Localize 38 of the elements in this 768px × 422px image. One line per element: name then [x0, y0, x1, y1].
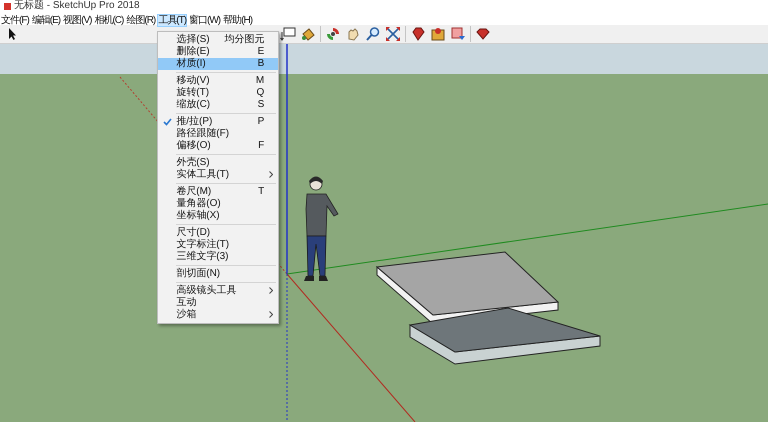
menu-bar-item[interactable]: 绘图(R) [125, 14, 156, 26]
menu-item[interactable]: 高级镜头工具 [158, 284, 278, 296]
menu-bar-item[interactable]: 窗口(W) [188, 14, 222, 26]
menu-item[interactable]: 删除(E) E [158, 46, 278, 58]
magnifier-icon[interactable] [365, 26, 381, 42]
menu-item[interactable]: 量角器(O) [158, 198, 278, 210]
menu-item[interactable]: 移动(V) M [158, 74, 278, 86]
menu-bar-item[interactable]: 文件(F) [0, 14, 30, 26]
menu-item[interactable]: 坐标轴(X) [158, 210, 278, 222]
text-label-icon[interactable] [280, 26, 296, 42]
menu-item[interactable]: 选择(S) 均分图元 [158, 34, 278, 46]
menu-bar-item[interactable]: 工具(T) [157, 14, 188, 26]
menu-item[interactable]: 材质(I) B [158, 58, 278, 70]
menu-item[interactable]: 旋转(T) Q [158, 86, 278, 98]
menu-bar-item[interactable]: 帮助(H) [222, 14, 254, 26]
box-icon[interactable] [430, 26, 446, 42]
paint-bucket-icon[interactable] [300, 26, 316, 42]
menu-item[interactable]: 推/拉(P) P [158, 116, 278, 128]
menu-item[interactable]: 缩放(C) S [158, 98, 278, 110]
menu-item[interactable]: 外壳(S) [158, 156, 278, 168]
menu-bar-item[interactable]: 相机(C) [93, 14, 124, 26]
menu-item[interactable]: 路径跟随(F) [158, 128, 278, 140]
window-title: 无标题 - SketchUp Pro 2018 [14, 0, 140, 12]
menu-item[interactable]: 实体工具(T) [158, 168, 278, 180]
app-logo-icon [4, 2, 11, 10]
menu-item[interactable]: 互动 [158, 296, 278, 308]
menu-item[interactable]: 三维文字(3) [158, 250, 278, 262]
image-icon[interactable] [450, 26, 466, 42]
menu-bar-item[interactable]: 编辑(E) [30, 14, 62, 26]
swirl-icon[interactable] [325, 26, 341, 42]
menu-item[interactable]: 偏移(O) F [158, 140, 278, 152]
menu-item[interactable]: 尺寸(D) [158, 226, 278, 238]
menu-item[interactable]: 文字标注(T) [158, 238, 278, 250]
menu-item[interactable]: 卷尺(M) T [158, 186, 278, 198]
menu-bar-item[interactable]: 视图(V) [62, 14, 92, 26]
zoom-extents-icon[interactable] [385, 26, 401, 42]
menu-item[interactable]: 剖切面(N) [158, 268, 278, 280]
menu-item[interactable]: 沙箱 [158, 308, 278, 320]
